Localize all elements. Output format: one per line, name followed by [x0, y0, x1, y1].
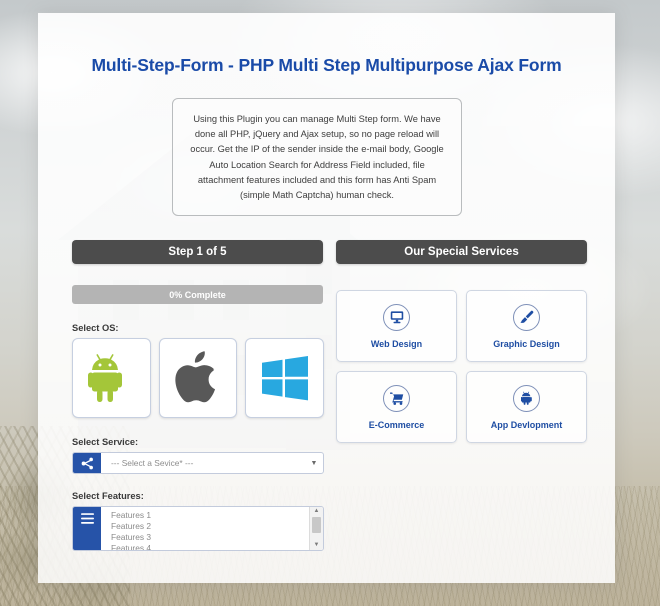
- select-features-listbox[interactable]: Features 1 Features 2 Features 3 Feature…: [72, 506, 324, 551]
- chevron-down-icon[interactable]: ▼: [305, 453, 323, 473]
- select-service-dropdown[interactable]: --- Select a Sevice* --- ▼: [72, 452, 324, 474]
- service-card-app-devlopment[interactable]: App Devlopment: [466, 371, 587, 443]
- select-features-label: Select Features:: [72, 491, 144, 501]
- os-option-apple[interactable]: [158, 338, 238, 418]
- select-service-placeholder: --- Select a Sevice* ---: [111, 458, 194, 468]
- select-os-label: Select OS:: [72, 323, 119, 333]
- services-header: Our Special Services: [336, 240, 587, 264]
- page-card: Multi-Step-Form - PHP Multi Step Multipu…: [38, 13, 615, 583]
- os-option-row: [72, 338, 325, 418]
- paint-brush-icon: [513, 303, 540, 331]
- service-card-web-design[interactable]: Web Design: [336, 290, 457, 362]
- caret-down-icon[interactable]: ▼: [314, 541, 320, 550]
- os-option-windows[interactable]: [245, 338, 325, 418]
- list-item[interactable]: Features 2: [111, 521, 309, 532]
- share-network-icon: [73, 453, 101, 473]
- list-item[interactable]: Features 4: [111, 543, 309, 550]
- services-grid: Web Design Graphic Design E-Commerce App…: [336, 290, 588, 443]
- service-card-label: Web Design: [370, 338, 423, 349]
- progress-bar: 0% Complete: [72, 285, 323, 304]
- list-icon: [73, 507, 101, 550]
- android-icon: [88, 353, 134, 403]
- service-card-e-commerce[interactable]: E-Commerce: [336, 371, 457, 443]
- page-content: Multi-Step-Form - PHP Multi Step Multipu…: [38, 13, 615, 583]
- service-card-graphic-design[interactable]: Graphic Design: [466, 290, 587, 362]
- service-card-label: App Devlopment: [490, 419, 563, 430]
- shopping-cart-icon: [383, 384, 410, 412]
- description-text: Using this Plugin you can manage Multi S…: [190, 114, 444, 201]
- caret-up-icon[interactable]: ▲: [314, 507, 320, 516]
- windows-icon: [261, 355, 308, 401]
- page-title: Multi-Step-Form - PHP Multi Step Multipu…: [91, 55, 562, 75]
- android-robot-icon: [513, 384, 540, 412]
- list-item[interactable]: Features 1: [111, 510, 309, 521]
- features-scrollbar[interactable]: ▲ ▼: [309, 507, 323, 550]
- os-option-android[interactable]: [72, 338, 151, 418]
- list-item[interactable]: Features 3: [111, 532, 309, 543]
- apple-icon: [174, 350, 222, 406]
- step-header: Step 1 of 5: [72, 240, 323, 264]
- service-card-label: E-Commerce: [368, 419, 425, 430]
- service-card-label: Graphic Design: [493, 338, 560, 349]
- scrollbar-thumb[interactable]: [312, 517, 321, 533]
- desktop-monitor-icon: [383, 303, 410, 331]
- select-service-label: Select Service:: [72, 437, 139, 447]
- description-box: Using this Plugin you can manage Multi S…: [172, 98, 462, 217]
- features-option-list[interactable]: Features 1 Features 2 Features 3 Feature…: [101, 507, 309, 550]
